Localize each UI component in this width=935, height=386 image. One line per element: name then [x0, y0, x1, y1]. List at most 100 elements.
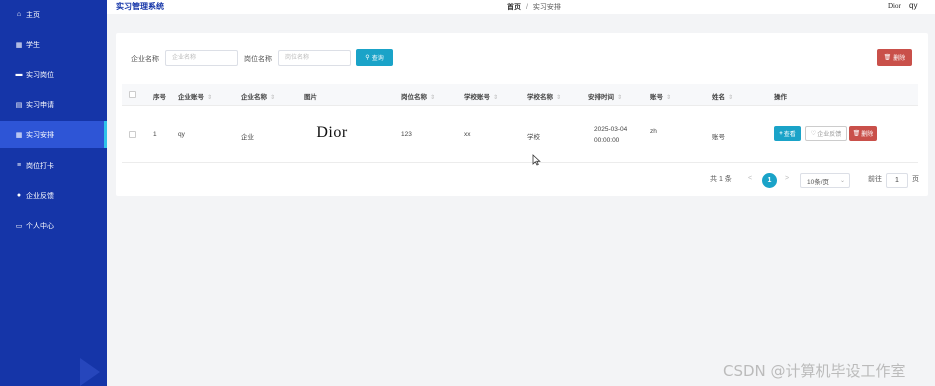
- watermark: CSDN @计算机毕设工作室: [723, 362, 906, 380]
- page-size-value: 10条/页: [807, 178, 830, 186]
- column-header-name[interactable]: 姓名 ⇕: [712, 91, 733, 101]
- sort-icon: ⇕: [556, 95, 562, 101]
- sort-icon: ⇕: [617, 95, 623, 101]
- row-delete-button[interactable]: 🗑︎ 删除: [849, 126, 877, 141]
- cell-company-account: qy: [178, 131, 185, 138]
- feedback-button-label: 企业反馈: [817, 132, 842, 138]
- cell-company-name: 企业: [241, 134, 254, 141]
- brand-logo: Dior: [888, 2, 901, 10]
- row-delete-button-label: 删除: [861, 132, 874, 138]
- sidebar-item-label: 实习申请: [26, 101, 54, 109]
- company-name-input[interactable]: [165, 50, 238, 66]
- sidebar-item-label: 岗位打卡: [26, 162, 54, 170]
- prev-page-icon[interactable]: <: [748, 175, 752, 182]
- app-title: 实习管理系统: [116, 2, 164, 11]
- delete-button[interactable]: 🗑︎ 删除: [877, 49, 912, 66]
- column-header-label: 安排时间: [588, 94, 614, 101]
- feedback-button[interactable]: ♡ 企业反馈: [805, 126, 847, 141]
- delete-button-label: 删除: [893, 56, 906, 62]
- cell-school-account: xx: [464, 131, 471, 138]
- sidebar-item-label: 实习岗位: [26, 71, 54, 79]
- query-button[interactable]: ⚲ 查询: [356, 49, 393, 66]
- mouse-cursor-icon: [532, 154, 541, 166]
- company-name-label: 企业名称: [131, 56, 159, 63]
- page-size-select[interactable]: 10条/页 ⌄: [800, 173, 850, 188]
- cell-name: 账号: [712, 134, 725, 141]
- column-header-label: 企业账号: [178, 94, 204, 101]
- cell-account: zh: [650, 128, 657, 135]
- main-card: 企业名称 岗位名称 ⚲ 查询 🗑︎ 删除 序号 企业账号⇕ 企业名称⇕ 图片 岗…: [116, 33, 928, 196]
- column-header-label: 账号: [650, 94, 663, 101]
- user-icon: ●: [16, 192, 22, 199]
- position-name-input[interactable]: [278, 50, 351, 66]
- sidebar-item-students[interactable]: ▦ 学生: [0, 31, 107, 58]
- view-button-label: 查看: [783, 132, 796, 138]
- sidebar-item-positions[interactable]: ▬ 实习岗位: [0, 61, 107, 88]
- column-header-image: 图片: [304, 94, 317, 101]
- goto-label: 前往: [868, 176, 882, 183]
- column-header-account[interactable]: 账号 ⇕: [650, 91, 671, 101]
- trash-icon: 🗑︎: [883, 55, 892, 61]
- chevron-down-icon: ⌄: [839, 178, 845, 184]
- cell-arrange-time: 2025-03-04 00:00:00: [594, 126, 628, 144]
- column-header-school-account[interactable]: 学校账号 ⇕: [464, 91, 498, 101]
- document-icon: ▤: [15, 101, 23, 109]
- breadcrumb-home[interactable]: 首页: [507, 4, 521, 11]
- top-header: 实习管理系统 首页 / 实习安排 Dior qy: [107, 0, 935, 14]
- home-icon: ⌂: [16, 11, 22, 18]
- breadcrumb: 首页 / 实习安排: [507, 2, 561, 12]
- column-header-label: 姓名: [712, 94, 725, 101]
- sidebar-item-label: 企业反馈: [26, 192, 54, 200]
- sort-icon: ⇕: [666, 95, 672, 101]
- breadcrumb-current: 实习安排: [532, 4, 561, 11]
- search-icon: ⚲: [365, 55, 370, 61]
- select-all-checkbox[interactable]: [129, 91, 136, 98]
- sidebar-item-applications[interactable]: ▤ 实习申请: [0, 91, 107, 118]
- sort-icon: ⇕: [270, 95, 276, 101]
- sidebar-item-profile[interactable]: ▭ 个人中心: [0, 212, 107, 239]
- window-icon: ▭: [15, 222, 23, 230]
- sidebar-decoration: [80, 358, 100, 386]
- sidebar-item-label: 实习安排: [26, 131, 54, 139]
- sidebar-item-home[interactable]: ⌂ 主页: [0, 1, 107, 28]
- sidebar-item-label: 主页: [26, 11, 40, 19]
- grid-icon: ▦: [15, 131, 23, 139]
- column-header-company-account[interactable]: 企业账号 ⇕: [178, 91, 212, 101]
- cell-position-name: 123: [401, 131, 412, 138]
- table-header: 序号 企业账号 ⇕ 企业名称 ⇕ 图片 岗位名称 ⇕ 学校账号 ⇕ 学校名称 ⇕ 安排时间…: [122, 84, 918, 106]
- sort-icon: ⇕: [728, 95, 734, 101]
- list-icon: ≡: [16, 162, 22, 169]
- next-page-icon[interactable]: >: [785, 175, 789, 182]
- column-header-label: 学校账号: [464, 94, 490, 101]
- column-header-school-name[interactable]: 学校名称 ⇕: [527, 91, 561, 101]
- page-number-current[interactable]: 1: [762, 173, 777, 188]
- goto-page-input[interactable]: 1: [886, 173, 908, 188]
- view-button[interactable]: + 查看: [774, 126, 801, 141]
- breadcrumb-separator: /: [525, 4, 528, 11]
- sidebar-item-arrangements[interactable]: ▦ 实习安排: [0, 121, 107, 148]
- heart-icon: ♡: [810, 131, 817, 137]
- row-checkbox[interactable]: [129, 131, 136, 138]
- sidebar-item-label: 学生: [26, 41, 40, 49]
- column-header-arrange-time[interactable]: 安排时间 ⇕: [588, 91, 622, 101]
- cell-school-name: 学校: [527, 134, 540, 141]
- sidebar: ⌂ 主页 ▦ 学生 ▬ 实习岗位 ▤ 实习申请 ▦ 实习安排 ≡ 岗位打卡 ● …: [0, 0, 107, 386]
- column-header-position-name[interactable]: 岗位名称 ⇕: [401, 91, 435, 101]
- cell-index: 1: [153, 131, 157, 138]
- table-row: 1 qy 企业 Dior 123 xx 学校 2025-03-04 00:00:…: [122, 106, 918, 163]
- sort-icon: ⇕: [493, 95, 499, 101]
- plus-icon: +: [779, 130, 783, 137]
- trash-icon: 🗑︎: [852, 131, 861, 137]
- column-header-company-name[interactable]: 企业名称 ⇕: [241, 91, 275, 101]
- sidebar-item-label: 个人中心: [26, 222, 54, 230]
- query-button-label: 查询: [371, 56, 384, 62]
- sidebar-item-feedback[interactable]: ● 企业反馈: [0, 182, 107, 209]
- cell-image: Dior: [308, 114, 356, 152]
- sidebar-item-checkin[interactable]: ≡ 岗位打卡: [0, 152, 107, 179]
- pagination-total: 共 1 条: [710, 176, 732, 183]
- column-header-actions: 操作: [774, 94, 787, 101]
- sort-icon: ⇕: [207, 95, 213, 101]
- column-header-label: 岗位名称: [401, 94, 427, 101]
- grid-icon: ▦: [15, 41, 23, 49]
- user-name[interactable]: qy: [909, 1, 917, 10]
